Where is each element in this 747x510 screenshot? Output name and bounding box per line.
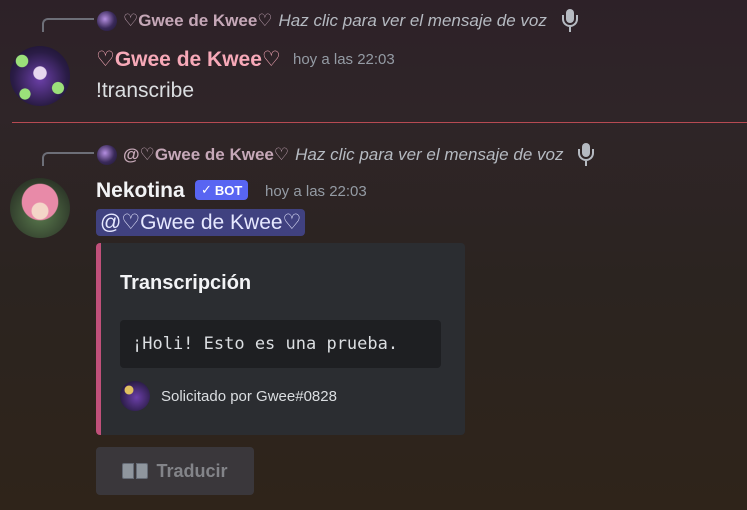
reply-text[interactable]: Haz clic para ver el mensaje de voz [295,145,563,165]
reply-preview[interactable]: @♡Gwee de Kwee♡ Haz clic para ver el men… [97,142,597,168]
new-messages-divider [12,122,747,123]
book-icon [122,461,149,481]
bot-tag: ✓ BOT [195,180,249,200]
username[interactable]: Nekotina [96,179,185,203]
microphone-icon [559,8,581,34]
bot-tag-label: BOT [214,182,243,198]
reply-preview[interactable]: ♡Gwee de Kwee♡ Haz clic para ver el mens… [97,8,581,34]
embed-footer: Solicitado por Gwee#0828 [120,381,337,411]
reply-avatar [97,145,117,165]
code-text: ¡Holi! Esto es una prueba. [132,334,399,354]
reply-avatar [97,11,117,31]
user-mention[interactable]: @♡Gwee de Kwee♡ [96,209,306,236]
footer-avatar [120,381,150,411]
message-content: !transcribe [96,79,195,102]
reply-author[interactable]: ♡Gwee de Kwee♡ [123,11,273,31]
code-block: ¡Holi! Esto es una prueba. [120,320,441,368]
reply-connector [42,152,94,166]
reply-text[interactable]: Haz clic para ver el mensaje de voz [279,11,547,31]
translate-button[interactable]: Traducir [96,447,254,495]
embed: Transcripción ¡Holi! Esto es una prueba.… [96,243,465,435]
timestamp: hoy a las 22:03 [265,183,367,200]
avatar[interactable] [10,46,70,106]
embed-title: Transcripción [120,272,252,294]
username[interactable]: ♡Gwee de Kwee♡ [96,47,281,72]
checkmark-icon: ✓ [201,182,212,197]
microphone-icon [575,142,597,168]
timestamp: hoy a las 22:03 [293,51,395,68]
reply-connector [42,18,94,32]
avatar[interactable] [10,178,70,238]
reply-author[interactable]: @♡Gwee de Kwee♡ [123,145,289,165]
translate-button-label: Traducir [156,460,228,481]
footer-text: Solicitado por Gwee#0828 [161,387,337,405]
